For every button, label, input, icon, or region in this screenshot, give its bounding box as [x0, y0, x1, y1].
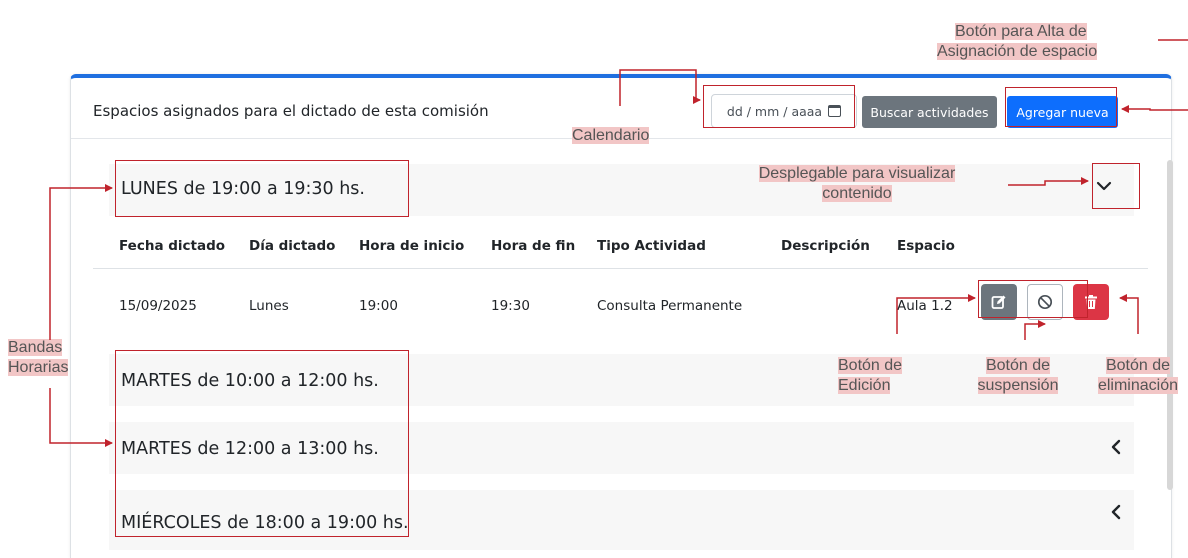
arrow — [49, 184, 113, 340]
arrow — [1121, 105, 1188, 113]
arrow — [1008, 177, 1089, 186]
arrow — [896, 294, 976, 334]
arrow — [49, 388, 113, 447]
arrow — [1024, 320, 1046, 340]
arrow — [1119, 294, 1139, 334]
arrow — [619, 69, 701, 106]
annotation-arrows — [49, 39, 1188, 447]
